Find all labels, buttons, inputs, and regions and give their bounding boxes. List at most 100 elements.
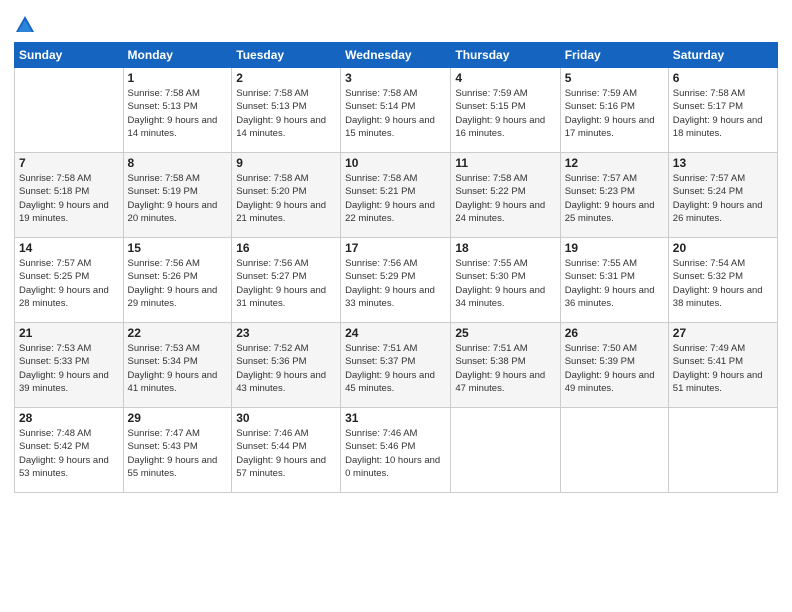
- day-number: 1: [128, 71, 228, 85]
- day-number: 24: [345, 326, 446, 340]
- calendar-cell: 24 Sunrise: 7:51 AMSunset: 5:37 PMDayligh…: [341, 323, 451, 408]
- calendar-cell: 31Sunrise: 7:46 AMSunset: 5:46 PMDayligh…: [341, 408, 451, 493]
- calendar-cell: 4 Sunrise: 7:59 AMSunset: 5:15 PMDaylight…: [451, 68, 560, 153]
- week-row-1: 1 Sunrise: 7:58 AMSunset: 5:13 PMDaylight…: [15, 68, 778, 153]
- day-number: 3: [345, 71, 446, 85]
- day-number: 14: [19, 241, 119, 255]
- day-number: 19: [565, 241, 664, 255]
- day-info: Sunrise: 7:58 AMSunset: 5:17 PMDaylight:…: [673, 87, 773, 140]
- day-info: Sunrise: 7:47 AMSunset: 5:43 PMDaylight:…: [128, 427, 228, 480]
- calendar-cell: 30 Sunrise: 7:46 AMSunset: 5:44 PMDayligh…: [232, 408, 341, 493]
- calendar-cell: 11 Sunrise: 7:58 AMSunset: 5:22 PMDayligh…: [451, 153, 560, 238]
- day-number: 13: [673, 156, 773, 170]
- calendar-cell: [560, 408, 668, 493]
- day-number: 28: [19, 411, 119, 425]
- day-info: Sunrise: 7:51 AMSunset: 5:37 PMDaylight:…: [345, 342, 446, 395]
- calendar-cell: 18 Sunrise: 7:55 AMSunset: 5:30 PMDayligh…: [451, 238, 560, 323]
- calendar-cell: 23 Sunrise: 7:52 AMSunset: 5:36 PMDayligh…: [232, 323, 341, 408]
- calendar-cell: 9Sunrise: 7:58 AMSunset: 5:20 PMDaylight…: [232, 153, 341, 238]
- calendar-cell: 8 Sunrise: 7:58 AMSunset: 5:19 PMDaylight…: [123, 153, 232, 238]
- day-info: Sunrise: 7:46 AMSunset: 5:44 PMDaylight:…: [236, 427, 336, 480]
- day-info: Sunrise: 7:58 AMSunset: 5:13 PMDaylight:…: [128, 87, 228, 140]
- day-info: Sunrise: 7:48 AMSunset: 5:42 PMDaylight:…: [19, 427, 119, 480]
- calendar-cell: 28 Sunrise: 7:48 AMSunset: 5:42 PMDayligh…: [15, 408, 124, 493]
- week-row-5: 28 Sunrise: 7:48 AMSunset: 5:42 PMDayligh…: [15, 408, 778, 493]
- day-number: 18: [455, 241, 555, 255]
- day-number: 11: [455, 156, 555, 170]
- weekday-header-monday: Monday: [123, 43, 232, 68]
- day-info: Sunrise: 7:49 AMSunset: 5:41 PMDaylight:…: [673, 342, 773, 395]
- weekday-header-friday: Friday: [560, 43, 668, 68]
- day-number: 4: [455, 71, 555, 85]
- day-number: 15: [128, 241, 228, 255]
- day-number: 6: [673, 71, 773, 85]
- calendar-cell: 27 Sunrise: 7:49 AMSunset: 5:41 PMDayligh…: [668, 323, 777, 408]
- calendar-cell: 6 Sunrise: 7:58 AMSunset: 5:17 PMDaylight…: [668, 68, 777, 153]
- day-number: 7: [19, 156, 119, 170]
- day-number: 30: [236, 411, 336, 425]
- day-info: Sunrise: 7:46 AMSunset: 5:46 PMDaylight:…: [345, 427, 446, 480]
- weekday-header-tuesday: Tuesday: [232, 43, 341, 68]
- calendar-cell: 22 Sunrise: 7:53 AMSunset: 5:34 PMDayligh…: [123, 323, 232, 408]
- day-info: Sunrise: 7:58 AMSunset: 5:19 PMDaylight:…: [128, 172, 228, 225]
- day-info: Sunrise: 7:59 AMSunset: 5:15 PMDaylight:…: [455, 87, 555, 140]
- calendar-cell: 12Sunrise: 7:57 AMSunset: 5:23 PMDayligh…: [560, 153, 668, 238]
- calendar-cell: 29 Sunrise: 7:47 AMSunset: 5:43 PMDayligh…: [123, 408, 232, 493]
- day-number: 17: [345, 241, 446, 255]
- day-number: 29: [128, 411, 228, 425]
- day-info: Sunrise: 7:53 AMSunset: 5:33 PMDaylight:…: [19, 342, 119, 395]
- day-info: Sunrise: 7:58 AMSunset: 5:22 PMDaylight:…: [455, 172, 555, 225]
- day-number: 25: [455, 326, 555, 340]
- calendar-header: SundayMondayTuesdayWednesdayThursdayFrid…: [15, 43, 778, 68]
- day-info: Sunrise: 7:55 AMSunset: 5:31 PMDaylight:…: [565, 257, 664, 310]
- calendar-cell: 2 Sunrise: 7:58 AMSunset: 5:13 PMDaylight…: [232, 68, 341, 153]
- calendar-cell: 16 Sunrise: 7:56 AMSunset: 5:27 PMDayligh…: [232, 238, 341, 323]
- day-number: 12: [565, 156, 664, 170]
- day-number: 10: [345, 156, 446, 170]
- day-info: Sunrise: 7:50 AMSunset: 5:39 PMDaylight:…: [565, 342, 664, 395]
- day-info: Sunrise: 7:56 AMSunset: 5:27 PMDaylight:…: [236, 257, 336, 310]
- day-number: 20: [673, 241, 773, 255]
- calendar-cell: 7Sunrise: 7:58 AMSunset: 5:18 PMDaylight…: [15, 153, 124, 238]
- calendar-cell: 14 Sunrise: 7:57 AMSunset: 5:25 PMDayligh…: [15, 238, 124, 323]
- day-info: Sunrise: 7:51 AMSunset: 5:38 PMDaylight:…: [455, 342, 555, 395]
- day-number: 23: [236, 326, 336, 340]
- day-info: Sunrise: 7:58 AMSunset: 5:14 PMDaylight:…: [345, 87, 446, 140]
- calendar-cell: [668, 408, 777, 493]
- day-number: 21: [19, 326, 119, 340]
- calendar-page: SundayMondayTuesdayWednesdayThursdayFrid…: [0, 0, 792, 612]
- calendar-cell: 10 Sunrise: 7:58 AMSunset: 5:21 PMDayligh…: [341, 153, 451, 238]
- day-number: 22: [128, 326, 228, 340]
- calendar-cell: 1 Sunrise: 7:58 AMSunset: 5:13 PMDaylight…: [123, 68, 232, 153]
- weekday-header-saturday: Saturday: [668, 43, 777, 68]
- day-info: Sunrise: 7:58 AMSunset: 5:21 PMDaylight:…: [345, 172, 446, 225]
- calendar-table: SundayMondayTuesdayWednesdayThursdayFrid…: [14, 42, 778, 493]
- day-info: Sunrise: 7:56 AMSunset: 5:29 PMDaylight:…: [345, 257, 446, 310]
- calendar-cell: 20 Sunrise: 7:54 AMSunset: 5:32 PMDayligh…: [668, 238, 777, 323]
- day-info: Sunrise: 7:54 AMSunset: 5:32 PMDaylight:…: [673, 257, 773, 310]
- calendar-cell: 15 Sunrise: 7:56 AMSunset: 5:26 PMDayligh…: [123, 238, 232, 323]
- logo: [14, 14, 38, 36]
- day-info: Sunrise: 7:58 AMSunset: 5:20 PMDaylight:…: [236, 172, 336, 225]
- day-number: 2: [236, 71, 336, 85]
- weekday-header-wednesday: Wednesday: [341, 43, 451, 68]
- day-number: 8: [128, 156, 228, 170]
- day-info: Sunrise: 7:58 AMSunset: 5:13 PMDaylight:…: [236, 87, 336, 140]
- day-info: Sunrise: 7:56 AMSunset: 5:26 PMDaylight:…: [128, 257, 228, 310]
- day-number: 16: [236, 241, 336, 255]
- calendar-cell: 5Sunrise: 7:59 AMSunset: 5:16 PMDaylight…: [560, 68, 668, 153]
- day-info: Sunrise: 7:55 AMSunset: 5:30 PMDaylight:…: [455, 257, 555, 310]
- day-info: Sunrise: 7:53 AMSunset: 5:34 PMDaylight:…: [128, 342, 228, 395]
- week-row-3: 14 Sunrise: 7:57 AMSunset: 5:25 PMDayligh…: [15, 238, 778, 323]
- calendar-cell: 13 Sunrise: 7:57 AMSunset: 5:24 PMDayligh…: [668, 153, 777, 238]
- calendar-cell: 17 Sunrise: 7:56 AMSunset: 5:29 PMDayligh…: [341, 238, 451, 323]
- week-row-2: 7Sunrise: 7:58 AMSunset: 5:18 PMDaylight…: [15, 153, 778, 238]
- week-row-4: 21 Sunrise: 7:53 AMSunset: 5:33 PMDayligh…: [15, 323, 778, 408]
- calendar-cell: 3 Sunrise: 7:58 AMSunset: 5:14 PMDaylight…: [341, 68, 451, 153]
- day-info: Sunrise: 7:57 AMSunset: 5:24 PMDaylight:…: [673, 172, 773, 225]
- day-info: Sunrise: 7:57 AMSunset: 5:25 PMDaylight:…: [19, 257, 119, 310]
- calendar-cell: 25 Sunrise: 7:51 AMSunset: 5:38 PMDayligh…: [451, 323, 560, 408]
- weekday-row: SundayMondayTuesdayWednesdayThursdayFrid…: [15, 43, 778, 68]
- day-number: 27: [673, 326, 773, 340]
- day-info: Sunrise: 7:52 AMSunset: 5:36 PMDaylight:…: [236, 342, 336, 395]
